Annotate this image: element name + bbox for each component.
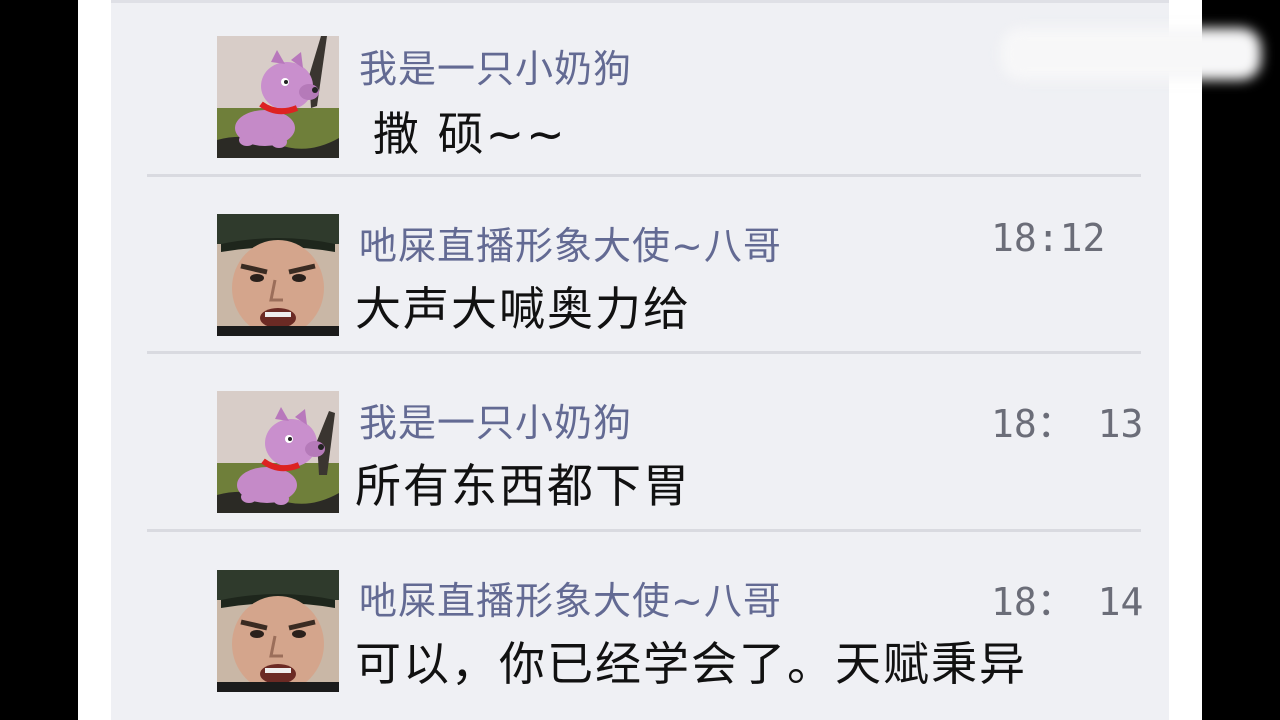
message-item[interactable]: 我是一只小奶狗 18： 13 所有东西都下胃 — [111, 354, 1169, 532]
message-text: 撒 硕~~ — [373, 107, 567, 161]
timestamp: 18:12 — [991, 216, 1106, 260]
timestamp: 18： 14 — [991, 580, 1144, 624]
avatar[interactable] — [217, 570, 339, 692]
pink-dog-cartoon-icon — [217, 36, 339, 158]
avatar[interactable] — [217, 214, 339, 336]
message-item[interactable]: 吔屎直播形象大使~八哥 18： 14 可以，你已经学会了。天赋秉异 — [111, 532, 1169, 708]
sender-name[interactable]: 我是一只小奶狗 — [359, 392, 632, 447]
letterbox-right — [1202, 0, 1280, 720]
message-item[interactable]: 我是一只小奶狗 撒 硕~~ — [111, 0, 1169, 177]
avatar[interactable] — [217, 36, 339, 158]
message-text: 大声大喊奥力给 — [355, 282, 691, 336]
chat-panel: 我是一只小奶狗 撒 硕~~ 吔屎直播形象大使~八哥 18:12 大声大喊奥力给 … — [78, 0, 1261, 720]
letterbox-left — [0, 0, 78, 720]
man-green-cap-icon — [217, 214, 339, 336]
man-green-cap-icon — [217, 570, 339, 692]
sender-name[interactable]: 吔屎直播形象大使~八哥 — [359, 215, 782, 270]
message-text: 所有东西都下胃 — [355, 459, 691, 513]
message-item[interactable]: 吔屎直播形象大使~八哥 18:12 大声大喊奥力给 — [111, 177, 1169, 354]
timestamp: 18： 13 — [991, 402, 1144, 446]
pink-dog-cartoon-icon — [217, 391, 339, 513]
message-text: 可以，你已经学会了。天赋秉异 — [355, 637, 1027, 691]
message-list[interactable]: 我是一只小奶狗 撒 硕~~ 吔屎直播形象大使~八哥 18:12 大声大喊奥力给 … — [111, 0, 1261, 720]
sender-name[interactable]: 吔屎直播形象大使~八哥 — [359, 570, 782, 625]
sender-name[interactable]: 我是一只小奶狗 — [359, 38, 632, 93]
avatar[interactable] — [217, 391, 339, 513]
